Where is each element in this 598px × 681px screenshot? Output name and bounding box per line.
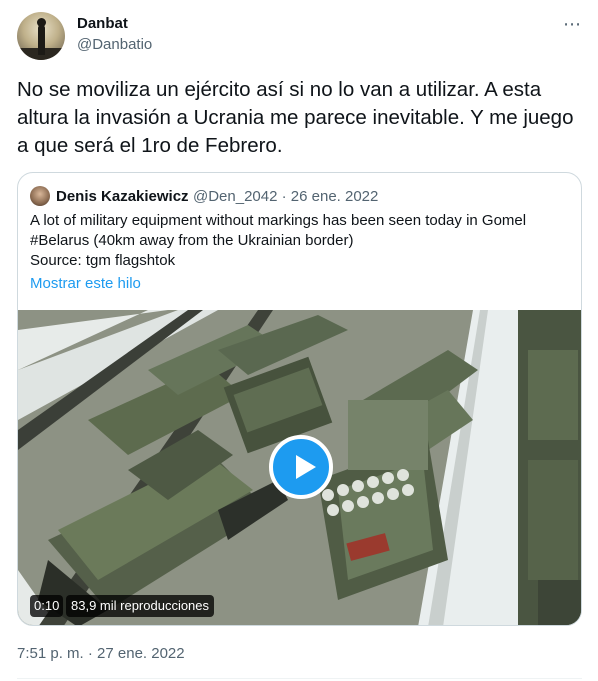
more-options-icon[interactable]: ⋯ [563,14,582,35]
quoted-text-line: Source: tgm flagshtok [30,252,176,269]
quoted-text-line: A lot of military equipment without mark… [30,212,527,229]
play-button[interactable] [269,435,333,499]
video-player[interactable]: 0:10 83,9 mil reproducciones [18,310,581,625]
show-thread-link[interactable]: Mostrar este hilo [30,275,141,292]
author-handle[interactable]: @Danbatio [77,36,152,53]
divider [17,678,582,679]
avatar-silhouette-icon [37,18,46,55]
author-avatar[interactable] [17,12,65,60]
quoted-text-line: #Belarus (40km away from the Ukrainian b… [30,232,354,249]
play-icon [296,455,316,479]
tweet-timestamp[interactable]: 7:51 p. m. · 27 ene. 2022 [17,645,185,662]
author-name[interactable]: Danbat [77,15,128,32]
tweet-text: No se moviliza un ejército así si no lo … [17,78,574,157]
quoted-tweet[interactable]: Denis Kazakiewicz @Den_2042 · 26 ene. 20… [17,172,582,626]
video-duration: 0:10 [30,595,64,617]
video-view-count: 83,9 mil reproducciones [66,595,215,617]
quoted-handle-date: @Den_2042 · 26 ene. 2022 [193,188,379,205]
quoted-author-avatar [30,186,50,206]
quoted-text: A lot of military equipment without mark… [30,211,570,271]
quoted-author-name: Denis Kazakiewicz [56,188,189,205]
